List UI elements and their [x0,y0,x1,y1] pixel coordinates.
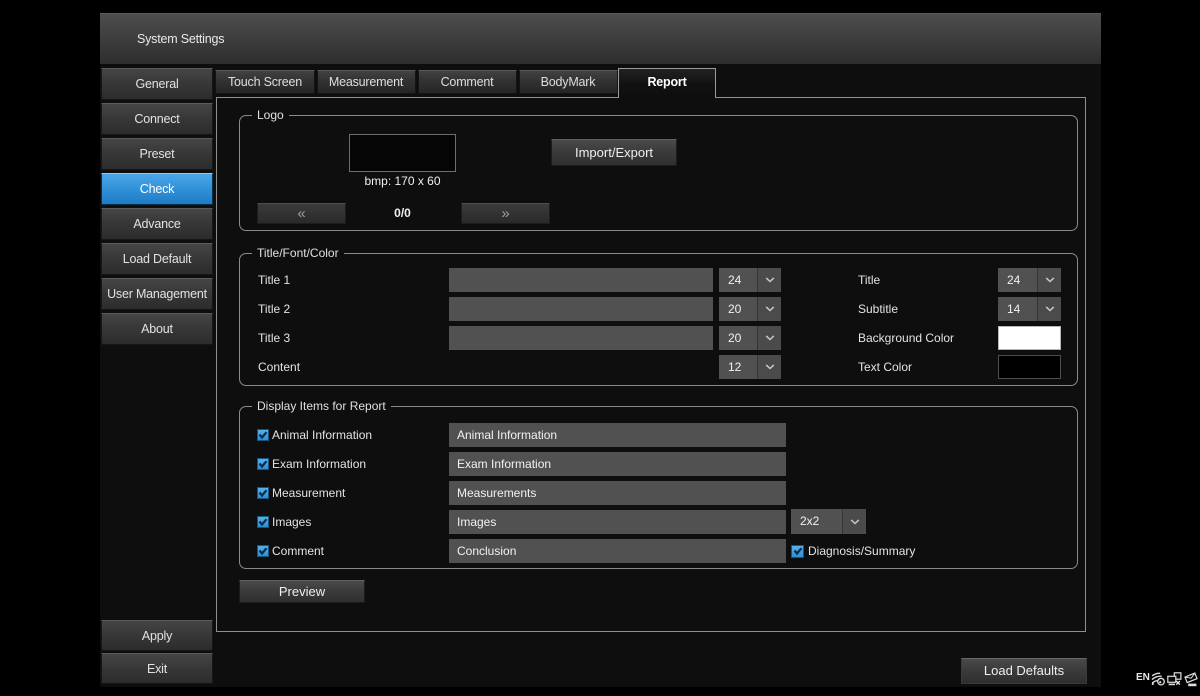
background-color-label: Background Color [858,326,954,350]
exam-information-field[interactable] [449,452,786,476]
diagnosis-summary-label: Diagnosis/Summary [808,539,915,563]
title1-size-value: 24 [719,268,757,292]
logo-preview-box [349,134,456,172]
text-color-swatch[interactable] [998,355,1061,379]
sidebar-item-preset[interactable]: Preset [101,138,213,170]
language-indicator: EN [1136,671,1150,684]
dicom-status-icon [1184,671,1199,687]
tab-comment[interactable]: Comment [418,70,517,94]
measurement-field[interactable] [449,481,786,505]
display-items-legend: Display Items for Report [252,399,391,414]
logo-group-legend: Logo [252,108,289,123]
images-checkbox-label: Images [272,510,311,534]
chevron-down-icon [757,297,781,321]
report-title-size-select[interactable]: 24 [998,268,1061,292]
logo-prev-button[interactable]: « [257,203,346,224]
logo-page-counter: 0/0 [349,203,456,224]
display-items-group: Display Items for Report Animal Informat… [239,406,1078,569]
title3-input[interactable] [449,326,713,350]
chevron-down-icon [1037,268,1061,292]
chevron-down-icon [757,326,781,350]
dialog-titlebar: System Settings [100,13,1101,64]
title1-input[interactable] [449,268,713,292]
report-subtitle-size-value: 14 [998,297,1037,321]
exam-information-checkbox-label: Exam Information [272,452,366,476]
title-font-color-legend: Title/Font/Color [252,246,344,261]
apply-button[interactable]: Apply [101,620,213,651]
title2-label: Title 2 [258,297,290,321]
report-title-size-value: 24 [998,268,1037,292]
tab-touch-screen[interactable]: Touch Screen [215,70,315,94]
tab-report[interactable]: Report [618,68,716,98]
report-subtitle-size-select[interactable]: 14 [998,297,1061,321]
exam-information-checkbox[interactable] [257,458,269,470]
sidebar-item-user-management[interactable]: User Management [101,278,213,310]
logo-next-button[interactable]: » [461,203,550,224]
background-color-swatch[interactable] [998,326,1061,350]
comment-checkbox-label: Comment [272,539,324,563]
import-export-button[interactable]: Import/Export [551,139,677,166]
content-label: Content [258,355,300,379]
title1-label: Title 1 [258,268,290,292]
sidebar-item-general[interactable]: General [101,68,213,100]
title3-label: Title 3 [258,326,290,350]
animal-information-checkbox-label: Animal Information [272,423,372,447]
title2-size-value: 20 [719,297,757,321]
report-title-label: Title [858,268,880,292]
title3-size-value: 20 [719,326,757,350]
dialog-title: System Settings [137,32,224,46]
preview-button[interactable]: Preview [239,580,365,603]
title2-size-select[interactable]: 20 [719,297,781,321]
exit-button[interactable]: Exit [101,653,213,684]
tab-measurement[interactable]: Measurement [317,70,416,94]
images-layout-value: 2x2 [791,509,842,534]
title1-size-select[interactable]: 24 [719,268,781,292]
report-subtitle-label: Subtitle [858,297,898,321]
images-checkbox[interactable] [257,516,269,528]
diagnosis-summary-checkbox[interactable] [791,545,804,558]
text-color-label: Text Color [858,355,912,379]
content-size-select[interactable]: 12 [719,355,781,379]
sidebar-item-advance[interactable]: Advance [101,208,213,240]
comment-checkbox[interactable] [257,545,269,557]
measurement-checkbox-label: Measurement [272,481,345,505]
chevron-down-icon [757,355,781,379]
sidebar-item-connect[interactable]: Connect [101,103,213,135]
comment-field[interactable] [449,539,786,563]
title2-input[interactable] [449,297,713,321]
logo-bmp-hint: bmp: 170 x 60 [349,172,456,188]
chevron-down-icon [757,268,781,292]
animal-information-checkbox[interactable] [257,429,269,441]
images-layout-select[interactable]: 2x2 [791,509,866,534]
animal-information-field[interactable] [449,423,786,447]
report-tab-panel: Logo bmp: 170 x 60 Import/Export « 0/0 »… [216,97,1086,632]
screen: System Settings General Connect Preset C… [0,0,1200,696]
images-field[interactable] [449,510,786,534]
title3-size-select[interactable]: 20 [719,326,781,350]
measurement-checkbox[interactable] [257,487,269,499]
sidebar-item-check[interactable]: Check [101,173,213,205]
sidebar-item-load-default[interactable]: Load Default [101,243,213,275]
chevron-down-icon [842,509,866,534]
sidebar-item-about[interactable]: About [101,313,213,345]
title-font-color-group: Title/Font/Color Title 1 24 Title 2 20 T… [239,253,1078,386]
wireless-status-icon [1151,672,1165,686]
chevron-down-icon [1037,297,1061,321]
content-size-value: 12 [719,355,757,379]
network-screens-status-icon [1167,672,1182,686]
tab-bodymark[interactable]: BodyMark [519,70,618,94]
logo-group: Logo bmp: 170 x 60 Import/Export « 0/0 » [239,115,1078,231]
load-defaults-button[interactable]: Load Defaults [961,658,1087,684]
